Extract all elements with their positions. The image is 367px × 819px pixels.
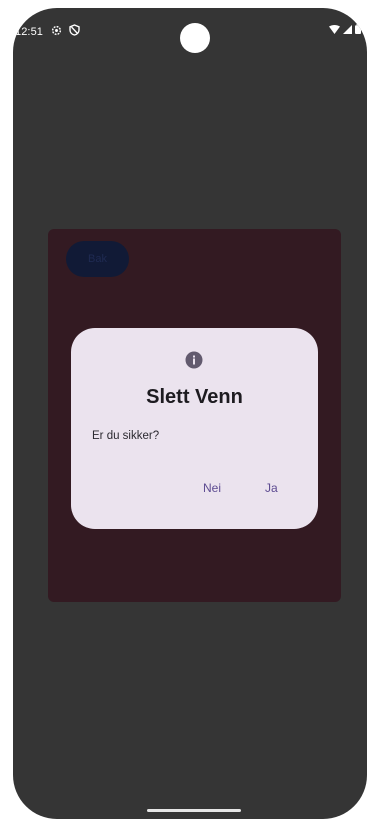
confirm-dialog: Slett Venn Er du sikker? Nei Ja: [71, 328, 318, 529]
signal-icon: [343, 24, 352, 37]
dismiss-button[interactable]: Nei: [193, 474, 231, 502]
dialog-message: Er du sikker?: [92, 430, 160, 442]
front-camera: [180, 23, 210, 53]
back-button[interactable]: Bak: [66, 241, 129, 277]
status-time: 12:51: [15, 26, 44, 38]
dialog-title: Slett Venn: [146, 386, 243, 408]
status-bar: 12:51: [13, 8, 367, 53]
home-indicator[interactable]: [147, 809, 241, 812]
wifi-icon: [329, 24, 340, 37]
battery-icon: [355, 24, 361, 37]
confirm-button[interactable]: Ja: [255, 474, 288, 502]
settings-gear-icon: [50, 24, 62, 36]
shield-icon: [68, 24, 80, 36]
system-icons: [329, 24, 361, 37]
device-screen: 12:51 Bak Slett Venn Er du sikker? Nei J…: [13, 8, 367, 819]
info-icon: [185, 351, 203, 369]
